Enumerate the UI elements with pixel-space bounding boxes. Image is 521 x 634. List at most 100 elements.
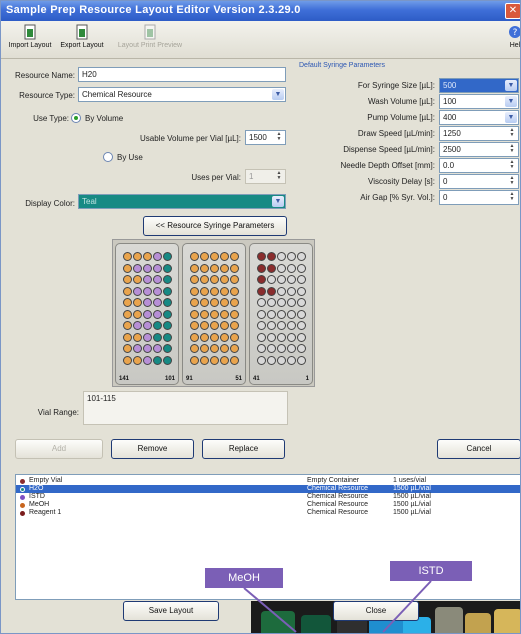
save-layout-button[interactable]: Save Layout — [123, 601, 219, 621]
vial-dot[interactable] — [277, 286, 286, 296]
vial-dot[interactable] — [143, 355, 152, 365]
vial-dot[interactable] — [230, 344, 239, 353]
spin-arrows-icon[interactable]: ▲ ▼ — [507, 192, 517, 203]
vial-dot[interactable] — [267, 286, 276, 296]
by-volume-radio[interactable] — [71, 113, 81, 123]
vial-dot[interactable] — [257, 355, 266, 365]
vial-dot[interactable] — [257, 309, 266, 319]
vial-dot[interactable] — [153, 332, 162, 342]
layout-print-preview-button[interactable]: Layout Print Preview — [112, 24, 188, 56]
vial-dot[interactable] — [297, 332, 306, 342]
vial-dot[interactable] — [133, 332, 142, 342]
vial-dot[interactable] — [200, 309, 209, 319]
vial-dot[interactable] — [190, 309, 199, 319]
vial-dot[interactable] — [220, 263, 229, 273]
vial-dot[interactable] — [133, 252, 142, 261]
vial-dot[interactable] — [143, 298, 152, 307]
vial-dot[interactable] — [297, 286, 306, 296]
vial-dot[interactable] — [153, 309, 162, 319]
vial-dot[interactable] — [230, 355, 239, 365]
chevron-down-icon[interactable]: ▼ — [505, 80, 517, 91]
vial-dot[interactable] — [210, 252, 219, 261]
vial-dot[interactable] — [123, 286, 132, 296]
vial-dot[interactable] — [220, 275, 229, 284]
vial-dot[interactable] — [163, 321, 172, 330]
vial-dot[interactable] — [287, 298, 296, 307]
export-layout-button[interactable]: Export Layout — [57, 24, 107, 56]
vial-dot[interactable] — [163, 332, 172, 342]
vial-dot[interactable] — [287, 309, 296, 319]
vial-dot[interactable] — [267, 355, 276, 365]
vial-dot[interactable] — [277, 332, 286, 342]
resource-type-select[interactable]: Chemical Resource ▼ — [78, 87, 286, 102]
vial-dot[interactable] — [230, 332, 239, 342]
chevron-down-icon[interactable]: ▼ — [272, 89, 284, 100]
vial-dot[interactable] — [153, 252, 162, 261]
resource-list-item[interactable]: ISTD Chemical Resource 1500 µL/vial — [16, 493, 520, 501]
vial-dot[interactable] — [257, 344, 266, 353]
vial-dot[interactable] — [210, 263, 219, 273]
vial-dot[interactable] — [200, 252, 209, 261]
vial-dot[interactable] — [133, 275, 142, 284]
vial-dot[interactable] — [230, 298, 239, 307]
vial-dot[interactable] — [210, 355, 219, 365]
vial-dot[interactable] — [190, 298, 199, 307]
vial-dot[interactable] — [277, 252, 286, 261]
vial-dot[interactable] — [200, 263, 209, 273]
chevron-down-icon[interactable]: ▼ — [505, 112, 517, 123]
vial-dot[interactable] — [230, 275, 239, 284]
vial-dot[interactable] — [297, 309, 306, 319]
vial-dot[interactable] — [133, 286, 142, 296]
vial-dot[interactable] — [143, 252, 152, 261]
vial-dot[interactable] — [297, 275, 306, 284]
vial-dot[interactable] — [257, 286, 266, 296]
vial-dot[interactable] — [123, 263, 132, 273]
spin-arrows-icon[interactable]: ▲ ▼ — [507, 144, 517, 155]
uses-per-vial-input[interactable]: 1 ▲ ▼ — [245, 169, 286, 184]
vial-dot[interactable] — [153, 298, 162, 307]
vial-dot[interactable] — [297, 355, 306, 365]
spin-arrows-icon[interactable]: ▲ ▼ — [507, 160, 517, 171]
vial-dot[interactable] — [123, 332, 132, 342]
vial-dot[interactable] — [190, 355, 199, 365]
vial-dot[interactable] — [257, 321, 266, 330]
resource-list-item[interactable]: Empty Vial Empty Container 1 uses/vial — [16, 477, 520, 485]
vial-dot[interactable] — [210, 344, 219, 353]
rack-tray-1[interactable]: 141 101 — [115, 243, 179, 385]
vial-dot[interactable] — [277, 298, 286, 307]
vial-dot[interactable] — [277, 275, 286, 284]
vial-dot[interactable] — [210, 286, 219, 296]
vial-dot[interactable] — [123, 298, 132, 307]
vial-dot[interactable] — [123, 252, 132, 261]
vial-dot[interactable] — [287, 286, 296, 296]
vial-dot[interactable] — [133, 321, 142, 330]
vial-dot[interactable] — [133, 344, 142, 353]
syringe-param-input[interactable]: 500 ▼ — [439, 78, 519, 93]
vial-dot[interactable] — [277, 263, 286, 273]
syringe-param-input[interactable]: 0 ▲ ▼ — [439, 190, 519, 205]
vial-dot[interactable] — [267, 344, 276, 353]
syringe-param-input[interactable]: 100 ▼ — [439, 94, 519, 109]
vial-dot[interactable] — [143, 309, 152, 319]
vial-dot[interactable] — [190, 263, 199, 273]
vial-dot[interactable] — [123, 275, 132, 284]
vial-dot[interactable] — [163, 355, 172, 365]
vial-dot[interactable] — [257, 298, 266, 307]
syringe-param-input[interactable]: 400 ▼ — [439, 110, 519, 125]
vial-dot[interactable] — [287, 263, 296, 273]
vial-dot[interactable] — [143, 321, 152, 330]
vial-dot[interactable] — [230, 309, 239, 319]
vial-dot[interactable] — [257, 275, 266, 284]
resource-list-item[interactable]: H2O Chemical Resource 1500 µL/vial — [16, 485, 520, 493]
vial-dot[interactable] — [190, 252, 199, 261]
vial-dot[interactable] — [210, 298, 219, 307]
vial-dot[interactable] — [267, 275, 276, 284]
vial-dot[interactable] — [153, 286, 162, 296]
vial-dot[interactable] — [190, 332, 199, 342]
vial-dot[interactable] — [190, 321, 199, 330]
vial-dot[interactable] — [123, 344, 132, 353]
vial-dot[interactable] — [277, 344, 286, 353]
vial-dot[interactable] — [200, 286, 209, 296]
vial-dot[interactable] — [287, 344, 296, 353]
vial-dot[interactable] — [133, 298, 142, 307]
